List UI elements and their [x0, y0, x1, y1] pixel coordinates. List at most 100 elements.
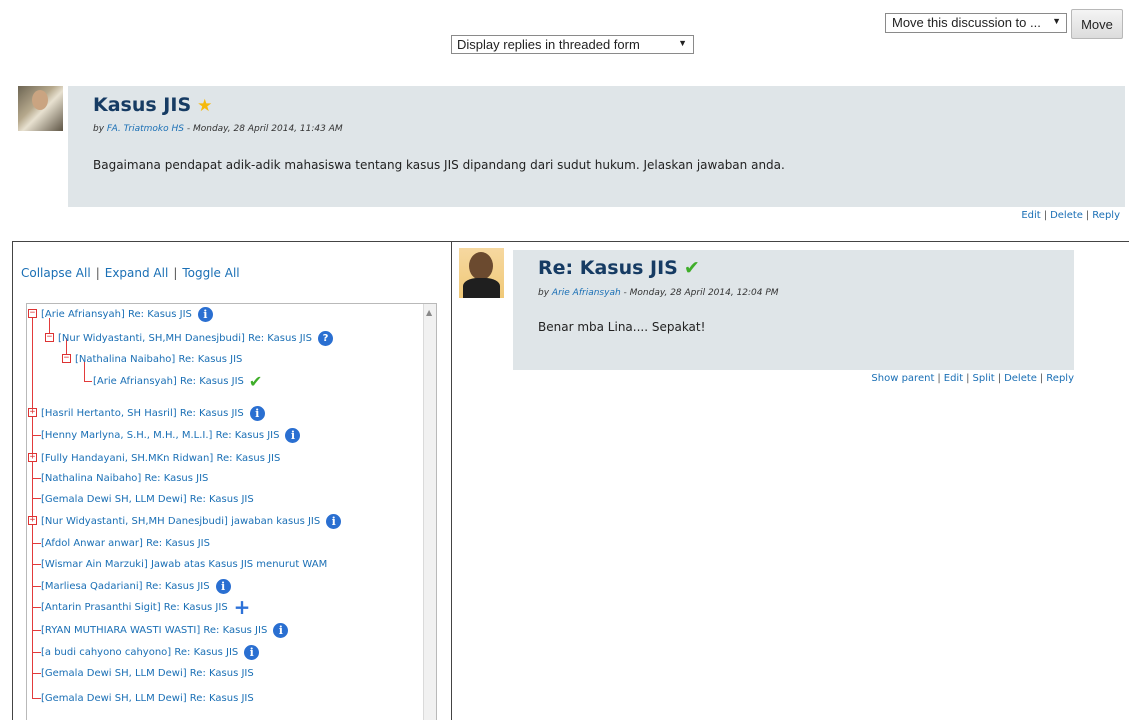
tree-item-label: [Nur Widyastanti, SH,MH Danesjbudi] jawa… [41, 515, 321, 527]
reply-title: Re: Kasus JIS ✔ [538, 257, 700, 279]
tree-line [32, 543, 41, 544]
tree-item[interactable]: [Fully Handayani, SH.MKn Ridwan] Re: Kas… [41, 448, 280, 468]
tree-line [32, 673, 41, 674]
display-mode-select-value: Display replies in threaded form [457, 37, 640, 52]
tree-item[interactable]: [Afdol Anwar anwar] Re: Kasus JIS [41, 533, 210, 553]
reply-title-text: Re: Kasus JIS [538, 257, 678, 279]
reply-post: Re: Kasus JIS ✔ by Arie Afriansyah - Mond… [513, 250, 1074, 370]
collapse-all-link[interactable]: Collapse All [21, 266, 91, 280]
separator: | [1085, 210, 1090, 221]
tree-item-label: [Marliesa Qadariani] Re: Kasus JIS [41, 580, 210, 592]
panel-divider [451, 241, 452, 720]
reply-author-link[interactable]: Arie Afriansyah [552, 288, 621, 298]
collapse-toggle-icon[interactable]: − [28, 309, 37, 318]
tree-item-label: [Arie Afriansyah] Re: Kasus JIS [93, 375, 244, 387]
info-icon: i [249, 405, 265, 421]
move-button[interactable]: Move [1071, 9, 1123, 39]
tree-item-label: [Gemala Dewi SH, LLM Dewi] Re: Kasus JIS [41, 667, 254, 679]
info-icon: i [244, 644, 260, 660]
tree-item[interactable]: [Gemala Dewi SH, LLM Dewi] Re: Kasus JIS [41, 489, 254, 509]
post-byline: by FA. Triatmoko HS - Monday, 28 April 2… [93, 124, 343, 134]
tree-item[interactable]: [Arie Afriansyah] Re: Kasus JIS i [41, 304, 213, 324]
author-avatar[interactable] [18, 86, 63, 131]
delete-link[interactable]: Delete [1004, 373, 1037, 384]
plus-icon: + [233, 595, 251, 619]
tree-item[interactable]: [Henny Marlyna, S.H., M.H., M.L.I.] Re: … [41, 425, 301, 445]
tree-item-label: [Hasril Hertanto, SH Hasril] Re: Kasus J… [41, 407, 244, 419]
post-body: Bagaimana pendapat adik-adik mahasiswa t… [93, 158, 785, 172]
expand-toggle-icon[interactable]: + [28, 516, 37, 525]
post-title-text: Kasus JIS [93, 94, 192, 116]
split-link[interactable]: Split [973, 373, 995, 384]
tree-item[interactable]: [a budi cahyono cahyono] Re: Kasus JIS i [41, 642, 260, 662]
tree-item-label: [Wismar Ain Marzuki] Jawab atas Kasus JI… [41, 558, 328, 570]
scroll-up-arrow-icon[interactable]: ▲ [426, 308, 432, 317]
tree-item[interactable]: [Hasril Hertanto, SH Hasril] Re: Kasus J… [41, 403, 265, 423]
separator: | [937, 373, 941, 384]
reply-link[interactable]: Reply [1046, 373, 1074, 384]
tree-line [32, 630, 41, 631]
tree-item-label: [Antarin Prasanthi Sigit] Re: Kasus JIS [41, 601, 228, 613]
help-icon: ? [317, 330, 333, 346]
tree-item-label: [a budi cahyono cahyono] Re: Kasus JIS [41, 646, 239, 658]
tree-scrollbar[interactable] [423, 304, 436, 720]
tree-line [32, 607, 41, 608]
expand-toggle-icon[interactable]: + [28, 453, 37, 462]
display-mode-select[interactable]: Display replies in threaded form ▼ [451, 35, 694, 54]
tree-item[interactable]: [Nur Widyastanti, SH,MH Danesjbudi] jawa… [41, 511, 342, 531]
separator: | [1043, 210, 1048, 221]
separator: | [966, 373, 970, 384]
info-icon: i [285, 427, 301, 443]
main-post: Kasus JIS ★ by FA. Triatmoko HS - Monday,… [68, 86, 1125, 207]
edit-link[interactable]: Edit [1021, 210, 1040, 221]
move-discussion-select-value: Move this discussion to ... [892, 15, 1041, 30]
tree-item[interactable]: [Gemala Dewi SH, LLM Dewi] Re: Kasus JIS [41, 688, 254, 708]
reply-actions: Show parent | Edit | Split | Delete | Reply [871, 373, 1074, 384]
star-icon: ★ [197, 96, 213, 116]
tree-item-label: [Henny Marlyna, S.H., M.H., M.L.I.] Re: … [41, 429, 280, 441]
separator: | [997, 373, 1002, 384]
edit-link[interactable]: Edit [944, 373, 963, 384]
tree-line [32, 564, 41, 565]
dropdown-arrow-icon: ▼ [678, 38, 687, 48]
reply-author-avatar[interactable] [459, 248, 504, 298]
info-icon: i [273, 622, 289, 638]
expand-toggle-icon[interactable]: + [28, 408, 37, 417]
check-icon: ✔ [683, 257, 700, 279]
post-title: Kasus JIS ★ [93, 94, 212, 116]
byline-prefix: by [93, 124, 105, 134]
tree-item[interactable]: [Antarin Prasanthi Sigit] Re: Kasus JIS + [41, 597, 250, 617]
separator: | [95, 266, 100, 280]
expand-all-link[interactable]: Expand All [105, 266, 169, 280]
tree-item[interactable]: [Wismar Ain Marzuki] Jawab atas Kasus JI… [41, 554, 327, 574]
tree-item[interactable]: [Marliesa Qadariani] Re: Kasus JIS i [41, 576, 231, 596]
tree-item-label: [Gemala Dewi SH, LLM Dewi] Re: Kasus JIS [41, 692, 254, 704]
collapse-toggle-icon[interactable]: − [45, 333, 54, 342]
separator: | [173, 266, 178, 280]
collapse-toggle-icon[interactable]: − [62, 354, 71, 363]
tree-item[interactable]: [Nur Widyastanti, SH,MH Danesjbudi] Re: … [58, 328, 333, 348]
tree-item[interactable]: [Nathalina Naibaho] Re: Kasus JIS [41, 468, 208, 488]
reply-byline: by Arie Afriansyah - Monday, 28 April 20… [538, 288, 779, 298]
tree-item-label: [RYAN MUTHIARA WASTI WASTI] Re: Kasus JI… [41, 624, 268, 636]
move-discussion-select[interactable]: Move this discussion to ... ▼ [885, 13, 1067, 33]
tree-item[interactable]: [Arie Afriansyah] Re: Kasus JIS ✔ [93, 371, 262, 391]
tree-item[interactable]: [RYAN MUTHIARA WASTI WASTI] Re: Kasus JI… [41, 620, 289, 640]
tree-line [32, 586, 41, 587]
dropdown-arrow-icon: ▼ [1052, 16, 1061, 26]
show-parent-link[interactable]: Show parent [871, 373, 934, 384]
tree-line [32, 498, 41, 499]
check-icon: ✔ [248, 371, 263, 391]
tree-item-label: [Nur Widyastanti, SH,MH Danesjbudi] Re: … [58, 332, 312, 344]
info-icon: i [197, 306, 213, 322]
tree-line [84, 381, 92, 382]
reply-body: Benar mba Lina.... Sepakat! [538, 320, 706, 334]
author-link[interactable]: FA. Triatmoko HS [107, 124, 184, 134]
tree-item[interactable]: [Nathalina Naibaho] Re: Kasus JIS [75, 349, 242, 369]
reply-date: - Monday, 28 April 2014, 12:04 PM [620, 288, 779, 298]
delete-link[interactable]: Delete [1050, 210, 1083, 221]
tree-item-label: [Fully Handayani, SH.MKn Ridwan] Re: Kas… [41, 452, 281, 464]
tree-item[interactable]: [Gemala Dewi SH, LLM Dewi] Re: Kasus JIS [41, 663, 254, 683]
reply-link[interactable]: Reply [1092, 210, 1120, 221]
toggle-all-link[interactable]: Toggle All [182, 266, 239, 280]
